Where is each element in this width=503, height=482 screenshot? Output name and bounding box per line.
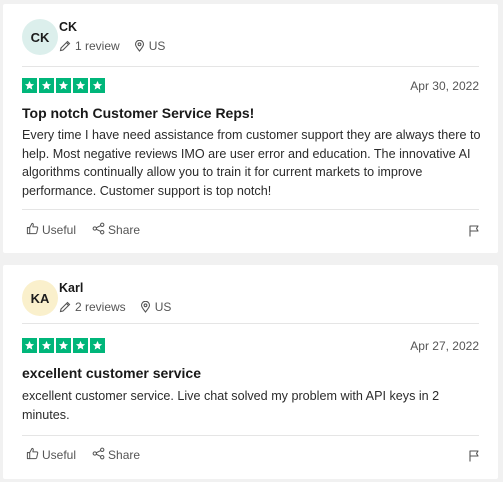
thumbs-up-icon (26, 222, 39, 238)
review-date: Apr 30, 2022 (410, 79, 479, 93)
review-count: 1 review (75, 39, 120, 53)
share-icon (92, 222, 105, 238)
review-body: excellent customer service. Live chat so… (22, 389, 440, 422)
useful-label: Useful (42, 448, 77, 462)
pencil-icon (59, 40, 71, 52)
star-rating (22, 78, 105, 93)
review-title[interactable]: Top notch Customer Service Reps! (22, 105, 254, 121)
thumbs-up-icon (26, 447, 39, 463)
review-count: 2 reviews (75, 300, 126, 314)
useful-button[interactable]: Useful (26, 447, 76, 463)
review-card: KA Karl 2 reviews US Apr 27, 2022 excell… (3, 265, 498, 479)
review-actions: Useful Share (26, 222, 140, 238)
share-button[interactable]: Share (92, 222, 140, 238)
star-icon (39, 338, 54, 353)
avatar[interactable]: KA (22, 280, 58, 316)
star-icon (39, 78, 54, 93)
divider (22, 66, 479, 67)
reviewer-meta: 1 review US (59, 39, 165, 53)
star-icon (56, 78, 71, 93)
pencil-icon (59, 301, 71, 313)
reviewer-name[interactable]: CK (59, 20, 77, 34)
divider (22, 209, 479, 210)
useful-label: Useful (42, 223, 77, 237)
review-card: CK CK 1 review US Apr 30, 2022 Top notch… (3, 4, 498, 253)
review-date: Apr 27, 2022 (410, 339, 479, 353)
reviewer-country: US (148, 39, 166, 53)
divider (22, 323, 479, 324)
review-body: Every time I have need assistance from c… (22, 128, 481, 198)
star-icon (56, 338, 71, 353)
reviewer-country: US (154, 300, 172, 314)
star-icon (90, 78, 105, 93)
avatar[interactable]: CK (22, 19, 58, 55)
star-icon (22, 338, 37, 353)
reviewer-meta: 2 reviews US (59, 300, 171, 314)
location-pin-icon (140, 301, 151, 313)
star-icon (22, 78, 37, 93)
share-icon (92, 447, 105, 463)
review-actions: Useful Share (26, 447, 140, 463)
star-icon (73, 78, 88, 93)
share-button[interactable]: Share (92, 447, 140, 463)
share-label: Share (108, 223, 141, 237)
review-title[interactable]: excellent customer service (22, 365, 201, 381)
star-icon (73, 338, 88, 353)
share-label: Share (108, 448, 141, 462)
flag-icon[interactable] (468, 224, 480, 242)
star-rating (22, 338, 105, 353)
location-pin-icon (134, 40, 145, 52)
reviewer-name[interactable]: Karl (59, 281, 83, 295)
flag-icon[interactable] (468, 449, 480, 467)
useful-button[interactable]: Useful (26, 222, 76, 238)
divider (22, 435, 479, 436)
star-icon (90, 338, 105, 353)
